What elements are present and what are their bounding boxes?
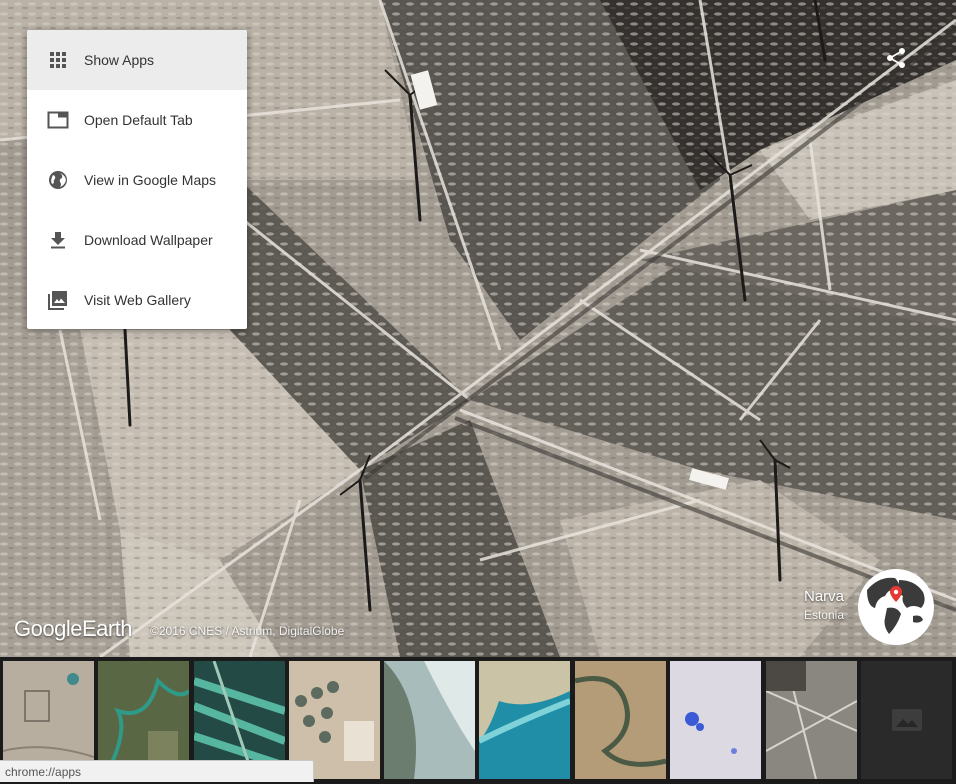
thumbnail-5[interactable] (384, 661, 475, 779)
image-placeholder-icon (891, 708, 923, 732)
menu-item-label: View in Google Maps (84, 172, 217, 188)
menu-item-label: Open Default Tab (84, 112, 193, 128)
menu-item-visit-web-gallery[interactable]: Visit Web Gallery (27, 270, 247, 329)
menu-item-label: Download Wallpaper (84, 232, 213, 248)
location-city: Narva (803, 588, 844, 605)
mini-globe-icon[interactable] (857, 568, 935, 646)
logo-google: Google (14, 616, 82, 641)
location-label[interactable]: Narva Estonia (804, 588, 844, 622)
thumbnail-placeholder[interactable] (861, 661, 952, 779)
google-earth-logo[interactable]: GoogleEarth (14, 616, 133, 642)
thumbnail-9[interactable] (766, 661, 857, 779)
status-bar-url: chrome://apps (0, 760, 314, 782)
extension-menu: Show Apps Open Default Tab View in Googl… (27, 30, 247, 329)
logo-earth: Earth (81, 616, 133, 641)
download-icon (47, 229, 69, 251)
thumbnail-8[interactable] (670, 661, 761, 779)
menu-item-open-default-tab[interactable]: Open Default Tab (27, 90, 247, 150)
menu-item-view-in-google-maps[interactable]: View in Google Maps (27, 150, 247, 210)
thumbnail-6[interactable] (479, 661, 570, 779)
menu-item-label: Visit Web Gallery (84, 292, 191, 308)
thumbnail-7[interactable] (575, 661, 666, 779)
apps-grid-icon (47, 49, 69, 71)
imagery-attribution: ©2016 CNES / Astrium, DigitalGlobe (150, 624, 345, 638)
gallery-icon (47, 289, 69, 311)
share-icon[interactable] (884, 46, 908, 70)
tab-icon (47, 109, 69, 131)
menu-item-show-apps[interactable]: Show Apps (27, 30, 247, 90)
menu-item-label: Show Apps (84, 52, 155, 68)
menu-item-download-wallpaper[interactable]: Download Wallpaper (27, 210, 247, 270)
globe-icon (47, 169, 69, 191)
location-country: Estonia (803, 608, 844, 622)
